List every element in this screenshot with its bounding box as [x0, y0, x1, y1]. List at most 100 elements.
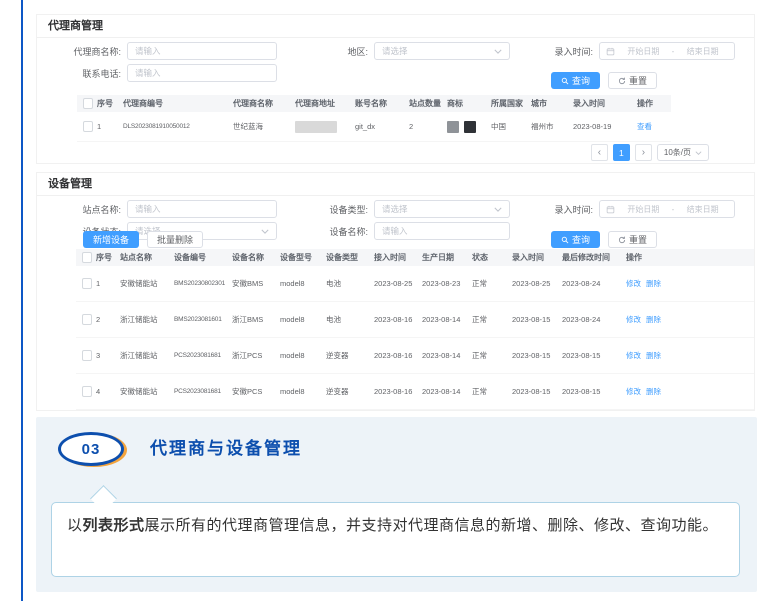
agent-row-checkbox[interactable] — [83, 121, 93, 132]
cell-type: 电池 — [326, 266, 374, 301]
column-header: 序号 — [97, 95, 123, 112]
cell-site: 浙江储能站 — [120, 302, 174, 337]
column-header: 状态 — [472, 249, 512, 266]
device-row-checkbox[interactable] — [82, 278, 92, 289]
cell-seq: 3 — [96, 338, 120, 373]
cell-site: 安徽储能站 — [120, 266, 174, 301]
agent-name-placeholder: 请输入 — [135, 45, 161, 57]
cell-entry-time: 2023-08-15 — [512, 338, 562, 373]
prev-page-button[interactable]: ‹ — [591, 144, 608, 161]
agent-entry-time-range[interactable]: 开始日期 - 结束日期 — [599, 42, 735, 60]
chevron-down-icon — [695, 151, 702, 155]
device-row-checkbox[interactable] — [82, 386, 92, 397]
refresh-icon — [618, 77, 626, 85]
column-header: 站点名称 — [120, 249, 174, 266]
left-accent-bar — [21, 0, 23, 601]
column-header: 设备型号 — [280, 249, 326, 266]
end-date-placeholder: 结束日期 — [677, 204, 728, 215]
page-size-select[interactable]: 10条/页 — [657, 144, 709, 161]
delete-link[interactable]: 删除 — [646, 386, 661, 397]
column-header: 站点数量 — [409, 95, 447, 112]
cell-seq: 2 — [96, 302, 120, 337]
column-header: 账号名称 — [355, 95, 409, 112]
add-device-button[interactable]: 新增设备 — [83, 231, 139, 248]
device-table-header-row: 序号 站点名称 设备编号 设备名称 设备型号 设备类型 接入时间 生产日期 状态… — [76, 249, 754, 266]
edit-link[interactable]: 修改 — [626, 386, 641, 397]
current-page-button[interactable]: 1 — [613, 144, 630, 161]
column-header: 最后修改时间 — [562, 249, 626, 266]
agent-name-input[interactable]: 请输入 — [127, 42, 277, 60]
device-filter-row-1: 站点名称: 请输入 设备类型: 请选择 录入时间: 开始日期 - 结束日期 — [37, 200, 754, 218]
section-number: 03 — [82, 441, 101, 458]
site-name-input[interactable]: 请输入 — [127, 200, 277, 218]
agent-reset-button[interactable]: 重置 — [608, 72, 657, 89]
device-reset-button[interactable]: 重置 — [608, 231, 657, 248]
page-size-label: 10条/页 — [664, 147, 691, 158]
cell-site: 浙江储能站 — [120, 338, 174, 373]
cell-code: BMS2023081601 — [174, 302, 232, 337]
edit-link[interactable]: 修改 — [626, 314, 641, 325]
cell-prod-date: 2023-08-14 — [422, 302, 472, 337]
column-header: 操作 — [626, 249, 754, 266]
search-icon — [561, 77, 569, 85]
device-row-checkbox[interactable] — [82, 314, 92, 325]
column-header: 设备编号 — [174, 249, 232, 266]
cell-seq: 1 — [96, 266, 120, 301]
device-search-button[interactable]: 查询 — [551, 231, 600, 248]
cell-model: model8 — [280, 266, 326, 301]
cell-status: 正常 — [472, 302, 512, 337]
device-select-all-checkbox[interactable] — [82, 252, 92, 263]
agent-country-cell: 中国 — [491, 112, 531, 141]
edit-link[interactable]: 修改 — [626, 278, 641, 289]
device-name-input[interactable]: 请输入 — [374, 222, 510, 240]
device-reset-label: 重置 — [629, 233, 647, 246]
device-row-checkbox[interactable] — [82, 350, 92, 361]
refresh-icon — [618, 236, 626, 244]
agent-pagination: ‹ 1 › 10条/页 — [591, 144, 709, 161]
agent-city-cell: 福州市 — [531, 112, 573, 141]
agent-seq-cell: 1 — [97, 112, 123, 141]
delete-link[interactable]: 删除 — [646, 314, 661, 325]
agent-table: 序号 代理商编号 代理商名称 代理商地址 账号名称 站点数量 商标 所属国家 城… — [77, 95, 671, 142]
region-select[interactable]: 请选择 — [374, 42, 510, 60]
panel-title: 代理商与设备管理 — [150, 432, 302, 466]
device-table-row: 3 浙江储能站 PCS2023081681 浙江PCS model8 逆变器 2… — [76, 338, 754, 374]
agent-op-cell: 查看 — [637, 112, 671, 141]
cell-name: 浙江BMS — [232, 302, 280, 337]
view-link[interactable]: 查看 — [637, 121, 652, 132]
start-date-placeholder: 开始日期 — [618, 46, 669, 57]
batch-delete-button[interactable]: 批量删除 — [147, 231, 203, 248]
cell-type: 逆变器 — [326, 374, 374, 409]
edit-link[interactable]: 修改 — [626, 350, 641, 361]
device-entry-time-range[interactable]: 开始日期 - 结束日期 — [599, 200, 735, 218]
section-number-badge: 03 — [58, 432, 124, 466]
next-page-button[interactable]: › — [635, 144, 652, 161]
column-header: 代理商地址 — [295, 95, 355, 112]
phone-input[interactable]: 请输入 — [127, 64, 277, 82]
device-search-buttons: 查询 重置 — [551, 231, 657, 248]
cell-prod-date: 2023-08-14 — [422, 374, 472, 409]
cell-code: PCS2023081681 — [174, 338, 232, 373]
cell-prod-date: 2023-08-14 — [422, 338, 472, 373]
agent-code-cell: DLS2023081910050012 — [123, 112, 233, 141]
column-header: 城市 — [531, 95, 573, 112]
agent-logo-cell — [447, 112, 491, 141]
agent-search-label: 查询 — [572, 74, 590, 87]
column-header: 接入时间 — [374, 249, 422, 266]
cell-access-time: 2023-08-16 — [374, 302, 422, 337]
agent-select-all-checkbox[interactable] — [83, 98, 93, 109]
agent-search-button[interactable]: 查询 — [551, 72, 600, 89]
address-redacted-block — [295, 121, 337, 133]
device-table-row: 4 安徽储能站 PCS2023081681 安徽PCS model8 逆变器 2… — [76, 374, 754, 410]
delete-link[interactable]: 删除 — [646, 278, 661, 289]
agent-name-cell: 世纪蓝海 — [233, 112, 295, 141]
phone-placeholder: 请输入 — [135, 67, 161, 79]
delete-link[interactable]: 删除 — [646, 350, 661, 361]
cell-access-time: 2023-08-16 — [374, 374, 422, 409]
device-table-row: 1 安徽储能站 BMS20230802301 安徽BMS model8 电池 2… — [76, 266, 754, 302]
agent-management-section: 代理商管理 代理商名称: 请输入 地区: 请选择 录入时间: 开始日期 - 结束… — [36, 14, 755, 164]
device-table-row: 2 浙江储能站 BMS2023081601 浙江BMS model8 电池 20… — [76, 302, 754, 338]
device-type-select[interactable]: 请选择 — [374, 200, 510, 218]
cell-op: 修改 删除 — [626, 338, 754, 373]
agent-entry-time-cell: 2023-08-19 — [573, 112, 637, 141]
